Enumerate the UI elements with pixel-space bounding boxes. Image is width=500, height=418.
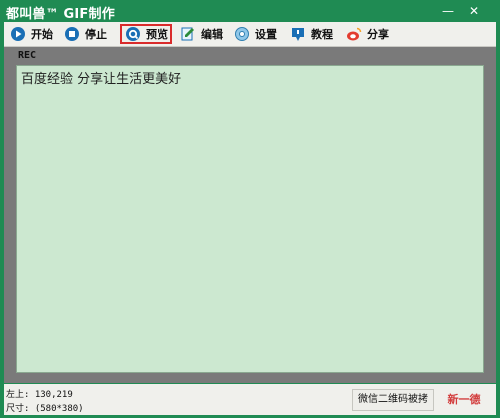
app-window: 都叫兽™ GIF制作 — ✕ 开始 停止 预览 编辑 设置 教程 分享 REC … <box>0 0 500 418</box>
edit-label: 编辑 <box>201 28 223 41</box>
brand-badge: 新一德 <box>447 393 481 406</box>
toolbar: 开始 停止 预览 编辑 设置 教程 分享 <box>4 22 496 47</box>
minimize-icon[interactable]: — <box>440 3 456 19</box>
edit-button[interactable]: 编辑 <box>180 24 223 44</box>
play-icon <box>10 26 26 42</box>
tutorial-icon <box>290 26 306 42</box>
share-label: 分享 <box>367 28 389 41</box>
tutorial-button[interactable]: 教程 <box>290 24 333 44</box>
window-title: 都叫兽™ GIF制作 <box>6 7 115 22</box>
position-readout: 左上: 130,219 <box>6 390 73 400</box>
close-icon[interactable]: ✕ <box>466 3 482 19</box>
start-button[interactable]: 开始 <box>10 24 53 44</box>
settings-label: 设置 <box>255 28 277 41</box>
stop-label: 停止 <box>85 28 107 41</box>
rec-label: REC <box>18 50 37 61</box>
title-bar[interactable]: 都叫兽™ GIF制作 — ✕ <box>0 0 500 22</box>
recording-content-text: 百度经验 分享让生活更美好 <box>21 72 182 87</box>
gear-icon <box>234 26 250 42</box>
edit-icon <box>180 26 196 42</box>
stop-icon <box>64 26 80 42</box>
start-label: 开始 <box>31 28 53 41</box>
settings-button[interactable]: 设置 <box>234 24 277 44</box>
wechat-qr-button[interactable]: 微信二维码被拷 <box>352 389 434 411</box>
stop-button[interactable]: 停止 <box>64 24 107 44</box>
recording-frame[interactable]: 百度经验 分享让生活更美好 <box>16 65 484 373</box>
preview-button[interactable]: 预览 <box>120 24 172 44</box>
tutorial-label: 教程 <box>311 28 333 41</box>
preview-label: 预览 <box>146 28 168 41</box>
preview-icon <box>125 26 141 42</box>
share-button[interactable]: 分享 <box>346 24 389 44</box>
recording-area: REC 百度经验 分享让生活更美好 <box>4 47 496 383</box>
size-readout: 尺寸: (580*380) <box>6 404 84 414</box>
status-bar: 左上: 130,219 尺寸: (580*380) 微信二维码被拷 新一德 <box>4 384 496 415</box>
weibo-icon <box>346 26 362 42</box>
